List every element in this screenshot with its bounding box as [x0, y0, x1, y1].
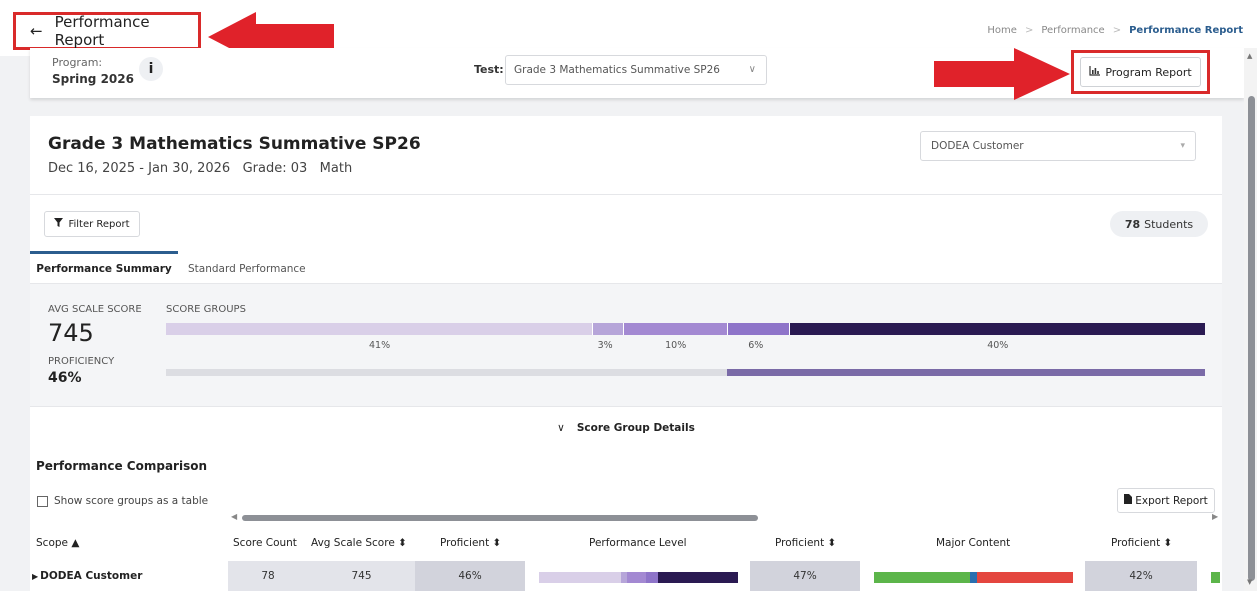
score-group-segment — [623, 323, 728, 335]
stacked-bar-segment — [969, 572, 978, 583]
breadcrumb-separator-icon: > — [1024, 25, 1034, 36]
avg-scale-score-cell: 745 — [308, 561, 415, 591]
program-report-highlight: Program Report — [1071, 50, 1210, 94]
proficient-cell: 42% — [1085, 561, 1197, 591]
scroll-right-icon[interactable]: ▶ — [1212, 512, 1218, 521]
vertical-scrollbar-thumb[interactable] — [1248, 96, 1255, 581]
customer-select[interactable]: DODEA Customer ▾ — [920, 131, 1196, 161]
proficiency-label: PROFICIENCY — [48, 356, 115, 367]
scroll-left-icon[interactable]: ◀ — [231, 512, 237, 521]
file-icon — [1124, 494, 1133, 507]
summary-panel — [30, 284, 1222, 406]
stacked-bar-segment — [626, 572, 647, 583]
score-group-percent-label: 40% — [987, 340, 1009, 351]
score-group-segment — [727, 323, 790, 335]
breadcrumb: Home > Performance > Performance Report — [987, 25, 1243, 36]
stacked-bar-segment — [658, 572, 738, 583]
major-content-stacked-bar — [874, 572, 1073, 583]
breadcrumb-home[interactable]: Home — [987, 25, 1017, 36]
proficient-cell: 47% — [750, 561, 860, 591]
score-group-details-toggle[interactable]: ∨ Score Group Details — [30, 407, 1222, 448]
students-count: 78 — [1124, 217, 1141, 231]
scroll-up-icon[interactable]: ▲ — [1247, 52, 1252, 60]
export-report-label: Export Report — [1135, 494, 1208, 507]
bar-chart-icon — [1089, 65, 1101, 79]
program-value: Spring 2026 — [52, 72, 134, 86]
test-select-value: Grade 3 Mathematics Summative SP26 — [514, 64, 720, 76]
program-label: Program: — [52, 56, 103, 69]
column-header-proficient[interactable]: Proficient ⬍ — [1111, 537, 1172, 549]
column-header-score-count[interactable]: Score Count — [233, 537, 297, 549]
divider — [30, 194, 1222, 195]
score-group-segment — [166, 323, 592, 335]
score-groups-bar — [166, 323, 1205, 335]
chevron-down-icon: ∨ — [748, 64, 756, 75]
avg-scale-score-label: AVG SCALE SCORE — [48, 304, 142, 315]
info-icon[interactable]: i — [139, 57, 163, 81]
score-group-segment — [789, 323, 1205, 335]
next-column-bar-segment — [1211, 572, 1220, 583]
show-table-option[interactable]: Show score groups as a table — [37, 495, 208, 507]
filter-report-button[interactable]: Filter Report — [44, 211, 140, 237]
breadcrumb-separator-icon: > — [1112, 25, 1122, 36]
back-arrow-icon[interactable]: ← — [30, 22, 43, 40]
score-group-percent-label: 3% — [597, 340, 613, 351]
column-header-proficient[interactable]: Proficient ⬍ — [775, 537, 836, 549]
proficiency-value: 46% — [48, 370, 82, 386]
show-table-checkbox[interactable] — [37, 495, 48, 507]
performance-comparison-title: Performance Comparison — [36, 459, 208, 473]
score-group-percent-label: 10% — [665, 340, 687, 351]
report-meta: Dec 16, 2025 - Jan 30, 2026 Grade: 03 Ma… — [48, 161, 353, 176]
column-header-performance-level: Performance Level — [589, 537, 687, 549]
column-header-avg-scale-score[interactable]: Avg Scale Score ⬍ — [311, 537, 407, 549]
filter-report-label: Filter Report — [68, 218, 130, 230]
program-report-label: Program Report — [1105, 65, 1192, 79]
students-label: Students — [1144, 217, 1194, 231]
scroll-down-icon[interactable]: ▼ — [1247, 578, 1252, 586]
breadcrumb-performance[interactable]: Performance — [1041, 25, 1104, 36]
report-title: Grade 3 Mathematics Summative SP26 — [48, 134, 421, 154]
tab-standard-performance[interactable]: Standard Performance — [178, 254, 328, 283]
chevron-down-icon: ∨ — [557, 421, 565, 434]
stacked-bar-segment — [977, 572, 1073, 583]
proficient-cell: 46% — [415, 561, 525, 591]
score-group-percent-label: 41% — [368, 340, 391, 351]
stacked-bar-segment — [874, 572, 970, 583]
performance-level-stacked-bar — [539, 572, 738, 583]
score-groups-label: SCORE GROUPS — [166, 304, 246, 315]
scope-name: DODEA Customer — [40, 570, 143, 582]
show-table-label: Show score groups as a table — [54, 495, 209, 507]
caret-down-icon: ▾ — [1180, 141, 1185, 151]
score-count-cell: 78 — [228, 561, 308, 591]
column-header-proficient[interactable]: Proficient ⬍ — [440, 537, 501, 549]
students-count-badge: 78 Students — [1110, 211, 1208, 237]
score-group-percent-label: 6% — [748, 340, 764, 351]
export-report-button[interactable]: Export Report — [1117, 488, 1215, 513]
column-header-scope[interactable]: Scope ▲ — [36, 537, 79, 549]
page-title: Performance Report — [54, 13, 150, 49]
filter-icon — [54, 218, 64, 230]
test-label: Test: — [474, 63, 504, 76]
avg-scale-score-value: 745 — [48, 319, 94, 347]
red-arrow-right-annotation-icon — [934, 48, 1070, 100]
stacked-bar-segment — [539, 572, 621, 583]
expand-caret-icon[interactable]: ▶ — [32, 572, 38, 581]
score-group-details-label: Score Group Details — [576, 421, 695, 434]
breadcrumb-current: Performance Report — [1129, 25, 1243, 36]
horizontal-scrollbar-thumb[interactable] — [242, 515, 758, 521]
tab-performance-summary[interactable]: Performance Summary — [30, 251, 178, 283]
scope-cell[interactable]: ▶ DODEA Customer — [32, 561, 228, 591]
stacked-bar-segment — [646, 572, 659, 583]
proficiency-bar — [166, 369, 1205, 376]
proficiency-bar-fill — [727, 369, 1205, 376]
program-report-button[interactable]: Program Report — [1080, 57, 1201, 87]
column-header-major-content: Major Content — [936, 537, 1011, 549]
customer-select-value: DODEA Customer — [931, 140, 1024, 152]
score-group-segment — [591, 323, 624, 335]
page-title-highlight: ← Performance Report — [13, 12, 201, 50]
test-select[interactable]: Grade 3 Mathematics Summative SP26 ∨ — [505, 55, 767, 85]
